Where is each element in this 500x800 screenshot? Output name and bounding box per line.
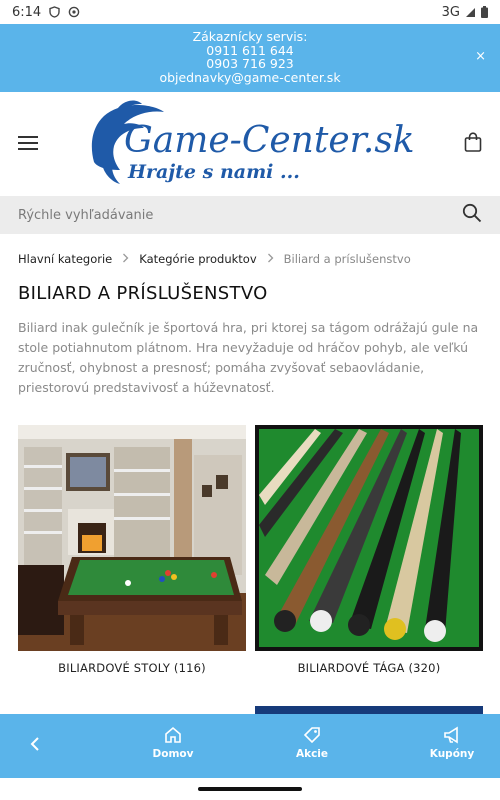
gesture-navigation-bar bbox=[0, 778, 500, 800]
breadcrumb-item-home[interactable]: Hlavní kategorie bbox=[18, 252, 112, 266]
breadcrumb-item-categories[interactable]: Kategórie produktov bbox=[139, 252, 256, 266]
shield-icon bbox=[49, 6, 60, 18]
home-icon bbox=[133, 726, 213, 744]
chevron-right-icon bbox=[267, 252, 274, 266]
service-phone-2[interactable]: 0903 716 923 bbox=[0, 57, 500, 71]
category-label[interactable]: BILIARDOVÉ STOLY (116) bbox=[18, 661, 246, 675]
search-bar bbox=[0, 196, 500, 234]
site-header: Game-Center.sk Hrajte s nami ... bbox=[0, 92, 500, 196]
category-description: Biliard inak gulečník je športová hra, p… bbox=[18, 320, 479, 395]
category-card-billiard-cues[interactable]: BILIARDOVÉ TÁGA (320) bbox=[255, 425, 483, 675]
sync-icon bbox=[68, 6, 80, 18]
close-icon[interactable]: × bbox=[475, 50, 486, 64]
billiard-cues-image[interactable] bbox=[255, 425, 483, 651]
nav-deals-label: Akcie bbox=[295, 748, 329, 760]
nav-deals[interactable]: Akcie bbox=[272, 726, 352, 760]
shopping-bag-icon[interactable] bbox=[464, 132, 482, 156]
nav-coupons-label: Kupóny bbox=[429, 748, 475, 760]
breadcrumb-item-current: Biliard a príslušenstvo bbox=[283, 252, 411, 266]
status-bar: 6:14 3G bbox=[0, 0, 500, 24]
customer-service-banner: Zákaznícky servis: 0911 611 644 0903 716… bbox=[0, 24, 500, 92]
nav-home-label: Domov bbox=[152, 748, 194, 760]
logo-text: Game-Center.sk bbox=[124, 120, 414, 161]
nav-coupons[interactable]: Kupóny bbox=[412, 726, 492, 760]
category-card-billiard-tables[interactable]: BILIARDOVÉ STOLY (116) bbox=[18, 425, 246, 675]
network-type: 3G bbox=[441, 4, 460, 20]
nav-home[interactable]: Domov bbox=[133, 726, 213, 760]
service-email[interactable]: objednavky@game-center.sk bbox=[0, 70, 500, 85]
tag-icon bbox=[272, 726, 352, 744]
hamburger-menu-icon[interactable] bbox=[18, 136, 38, 150]
chevron-right-icon bbox=[122, 252, 129, 266]
back-arrow-icon[interactable] bbox=[30, 736, 40, 756]
service-phone-1[interactable]: 0911 611 644 bbox=[0, 43, 500, 58]
billiard-table-image[interactable] bbox=[18, 425, 246, 651]
page-title: BILIARD A PRÍSLUŠENSTVO bbox=[18, 283, 268, 304]
search-input[interactable] bbox=[18, 207, 438, 223]
bottom-navigation: Domov Akcie Kupóny bbox=[0, 714, 500, 778]
home-gesture-handle[interactable] bbox=[198, 787, 302, 791]
battery-icon bbox=[481, 6, 488, 18]
site-logo[interactable]: Game-Center.sk Hrajte s nami ... bbox=[84, 100, 415, 190]
logo-slogan: Hrajte s nami ... bbox=[127, 161, 300, 183]
status-time: 6:14 bbox=[12, 4, 42, 20]
category-label[interactable]: BILIARDOVÉ TÁGA (320) bbox=[255, 661, 483, 675]
breadcrumb: Hlavní kategorie Kategórie produktov Bil… bbox=[18, 252, 411, 266]
signal-icon bbox=[465, 7, 476, 18]
search-icon[interactable] bbox=[462, 203, 482, 227]
service-title: Zákaznícky servis: bbox=[192, 29, 308, 44]
megaphone-icon bbox=[412, 726, 492, 744]
